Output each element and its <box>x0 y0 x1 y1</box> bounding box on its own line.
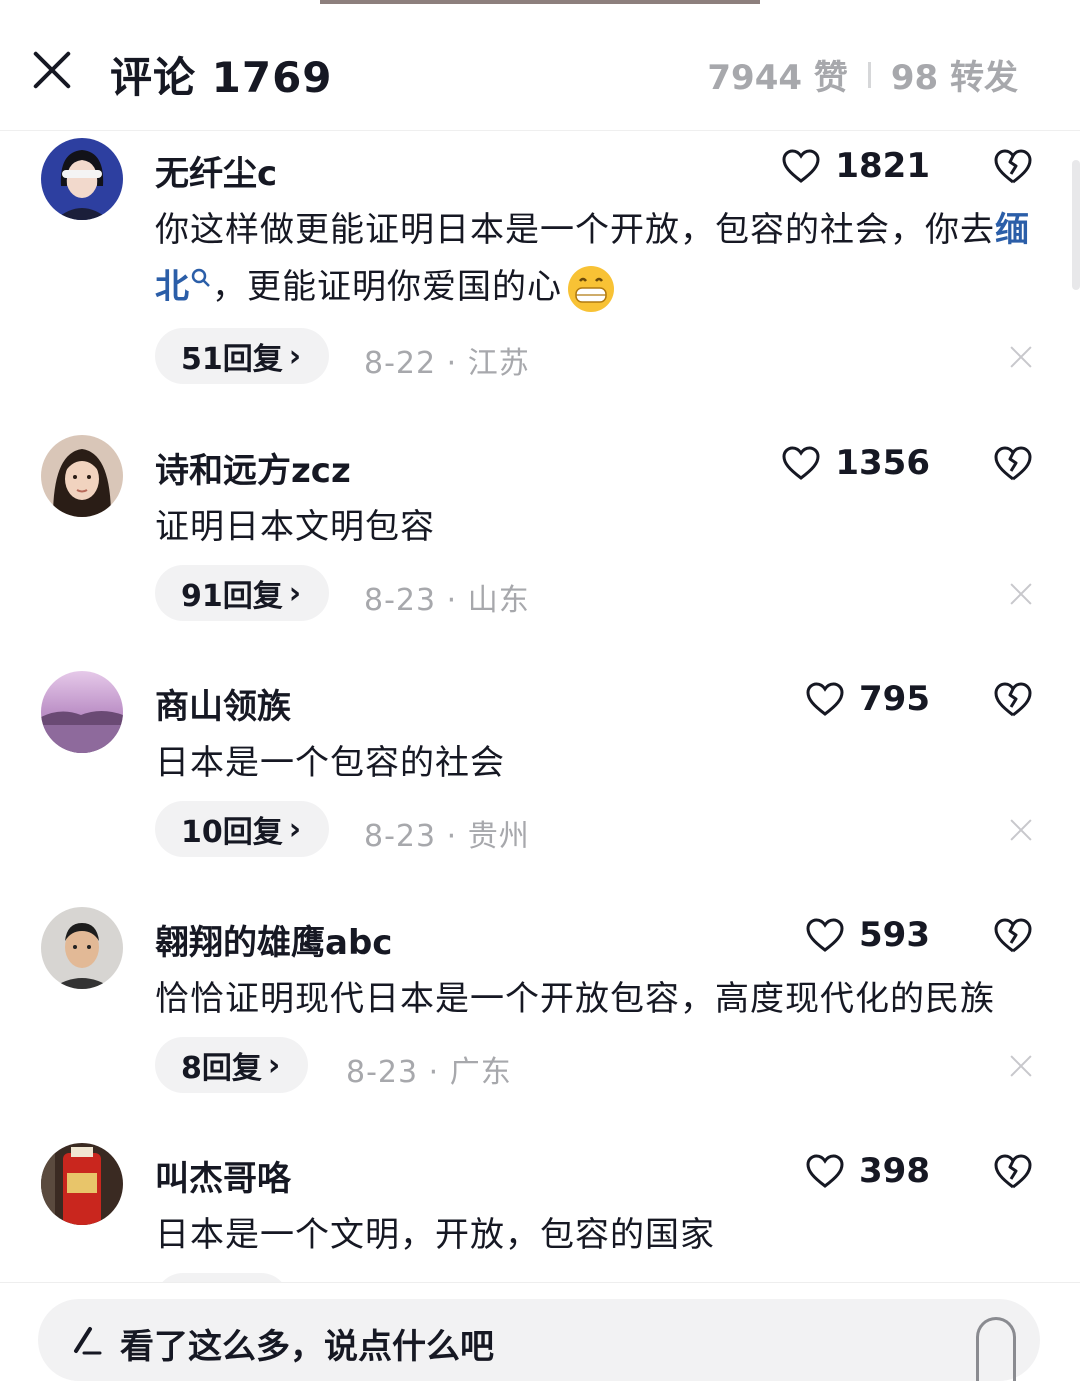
like-count: 1356 <box>835 443 930 483</box>
chevron-right-icon: › <box>288 338 302 374</box>
chevron-right-icon: › <box>288 811 302 847</box>
close-small-icon[interactable] <box>1010 1055 1032 1077</box>
username[interactable]: 诗和远方zcz <box>155 443 351 492</box>
heart-icon <box>806 918 844 952</box>
like-button[interactable]: 1821 <box>780 144 930 188</box>
post-stats: 7944 赞 98 转发 <box>707 50 1018 99</box>
avatar[interactable] <box>41 671 123 753</box>
scrollbar[interactable] <box>1072 160 1080 290</box>
replies-button[interactable]: 10回复 › <box>155 801 330 857</box>
heart-icon <box>782 446 820 480</box>
broken-heart-icon[interactable] <box>992 146 1034 186</box>
likes-count: 7944 赞 <box>707 58 848 98</box>
comment-text: 恰恰证明现代日本是一个开放包容，高度现代化的民族 <box>155 979 995 1019</box>
comment-input[interactable]: 看了这么多，说点什么吧 <box>38 1299 1040 1381</box>
like-count: 795 <box>859 679 930 719</box>
close-icon[interactable] <box>30 48 74 92</box>
like-count: 593 <box>859 915 930 955</box>
pen-icon <box>74 1327 102 1355</box>
avatar[interactable] <box>41 907 123 989</box>
replies-button[interactable]: 91回复 › <box>155 565 330 621</box>
comment-text-part: 你这样做更能证明日本是一个开放，包容的社会，你去 <box>155 210 995 250</box>
heart-icon <box>806 682 844 716</box>
avatar[interactable] <box>41 1143 123 1225</box>
comment-text-part: ，更能证明你爱国的心 <box>212 267 562 307</box>
comment-input-placeholder: 看了这么多，说点什么吧 <box>120 1327 494 1367</box>
broken-heart-icon[interactable] <box>992 443 1034 483</box>
heart-icon <box>782 149 820 183</box>
broken-heart-icon[interactable] <box>992 679 1034 719</box>
replies-button[interactable]: 8回复 › <box>155 1037 309 1093</box>
grinning-emoji-icon <box>568 265 614 312</box>
replies-label: 8回复 <box>181 1051 262 1086</box>
avatar[interactable] <box>41 138 123 220</box>
close-small-icon[interactable] <box>1010 583 1032 605</box>
username[interactable]: 翱翔的雄鹰abc <box>155 915 392 964</box>
comment-text: 日本是一个文明，开放，包容的国家 <box>155 1215 715 1255</box>
replies-label: 10回复 <box>181 815 283 850</box>
like-button[interactable]: 795 <box>780 677 930 721</box>
broken-heart-icon[interactable] <box>992 915 1034 955</box>
comment-meta: 8-23 · 山东 <box>364 583 530 618</box>
avatar[interactable] <box>41 435 123 517</box>
like-button[interactable]: 593 <box>780 913 930 957</box>
username[interactable]: 商山领族 <box>155 679 291 728</box>
header-divider <box>0 130 1080 131</box>
search-icon <box>191 268 210 287</box>
heart-icon <box>806 1154 844 1188</box>
chevron-right-icon: › <box>288 575 302 611</box>
like-count: 1821 <box>835 146 930 186</box>
replies-label: 91回复 <box>181 579 283 614</box>
page-title: 评论 1769 <box>110 53 333 102</box>
like-count: 398 <box>859 1151 930 1191</box>
comment-input-bar: 看了这么多，说点什么吧 <box>0 1282 1080 1399</box>
shares-count: 98 转发 <box>890 58 1018 98</box>
comment-header: 评论 1769 7944 赞 98 转发 <box>0 4 1080 130</box>
stats-divider <box>867 61 871 88</box>
like-button[interactable]: 398 <box>780 1149 930 1193</box>
broken-heart-icon[interactable] <box>992 1151 1034 1191</box>
close-small-icon[interactable] <box>1010 346 1032 368</box>
comment-text: 你这样做更能证明日本是一个开放，包容的社会，你去缅北 ，更能证明你爱国的心 <box>155 202 1040 316</box>
chevron-right-icon: › <box>267 1047 281 1083</box>
comment-meta: 8-23 · 贵州 <box>364 819 530 854</box>
replies-label: 51回复 <box>181 342 283 377</box>
comment-text: 证明日本文明包容 <box>155 507 435 547</box>
comment-text: 日本是一个包容的社会 <box>155 743 505 783</box>
username[interactable]: 无纤尘c <box>155 146 277 195</box>
microphone-icon[interactable] <box>976 1317 1016 1381</box>
replies-button[interactable]: 51回复 › <box>155 328 330 384</box>
comment-meta: 8-22 · 江苏 <box>364 346 530 381</box>
like-button[interactable]: 1356 <box>780 441 930 485</box>
close-small-icon[interactable] <box>1010 819 1032 841</box>
comment-meta: 8-23 · 广东 <box>346 1055 512 1090</box>
username[interactable]: 叫杰哥咯 <box>155 1151 291 1200</box>
